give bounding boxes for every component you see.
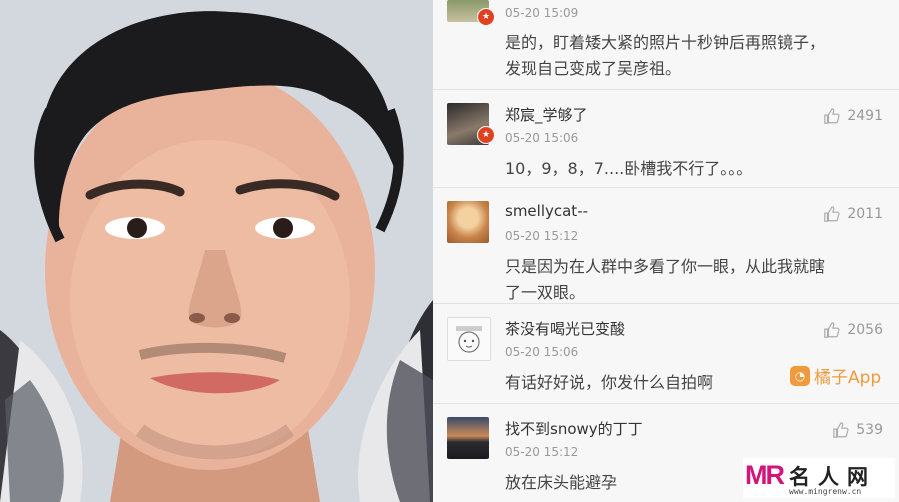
comment-username[interactable]: smellycat-- — [505, 202, 588, 220]
comment-time: 05-20 15:06 — [505, 131, 579, 145]
comment-text: 是的，盯着矮大紧的照片十秒钟后再照镜子， 发现自己变成了吴彦祖。 — [505, 33, 826, 78]
site-logo: MR 名人网 www.mingrenw.cn — [743, 458, 895, 498]
comment-time: 05-20 15:12 — [505, 445, 579, 459]
comment-username[interactable]: 郑宸_学够了 — [505, 104, 588, 125]
like-button[interactable]: 2056 — [823, 321, 883, 339]
logo-mark: MR — [745, 460, 785, 490]
like-count: 539 — [856, 422, 883, 438]
thumbs-up-icon — [824, 322, 840, 338]
thumbs-up-icon — [824, 108, 840, 124]
comment-text: 只是因为在人群中多看了你一眼，从此我就瞎 了一双眼。 — [505, 257, 826, 302]
orange-app-icon: ◔ — [790, 365, 810, 386]
like-count: 2011 — [847, 206, 883, 222]
app-watermark-label: 橘子App — [814, 368, 882, 388]
like-button[interactable]: 539 — [832, 421, 883, 439]
thumbs-up-icon — [833, 422, 849, 438]
comment-item: smellycat-- 2011 05-20 15:12 只是因为在人群中多看了… — [433, 188, 899, 304]
like-count: 2491 — [847, 108, 883, 124]
thumbs-up-icon — [824, 206, 840, 222]
avatar[interactable] — [447, 201, 489, 243]
selfie-photo — [0, 0, 433, 502]
logo-url: www.mingrenw.cn — [789, 487, 862, 496]
comment-item: ★ 郑宸_学够了 2491 05-20 15:06 10，9，8，7....卧槽… — [433, 90, 899, 188]
like-button[interactable]: 2011 — [823, 205, 883, 223]
like-count: 2056 — [847, 322, 883, 338]
verified-badge-icon: ★ — [477, 126, 495, 144]
avatar[interactable] — [447, 417, 489, 459]
app-watermark: ◔ 橘子App — [790, 363, 881, 388]
like-button[interactable]: 2491 — [823, 107, 883, 125]
comment-time: 05-20 15:09 — [505, 6, 579, 20]
comments-panel: ★ 05-20 15:09 是的，盯着矮大紧的照片十秒钟后再照镜子， 发现自己变… — [433, 0, 899, 502]
comment-text: 10，9，8，7....卧槽我不行了。。。 — [505, 159, 753, 178]
avatar[interactable] — [447, 317, 491, 361]
comment-item: 茶没有喝光已变酸 2056 05-20 15:06 有话好好说，你发什么自拍啊 — [433, 304, 899, 404]
comment-username[interactable]: 找不到snowy的丁丁 — [505, 418, 643, 439]
comment-time: 05-20 15:12 — [505, 229, 579, 243]
verified-badge-icon: ★ — [477, 8, 495, 26]
comment-item: ★ 05-20 15:09 是的，盯着矮大紧的照片十秒钟后再照镜子， 发现自己变… — [433, 0, 899, 90]
comment-username[interactable]: 茶没有喝光已变酸 — [505, 318, 625, 339]
cartoon-avatar-icon — [456, 326, 482, 353]
comment-time: 05-20 15:06 — [505, 345, 579, 359]
